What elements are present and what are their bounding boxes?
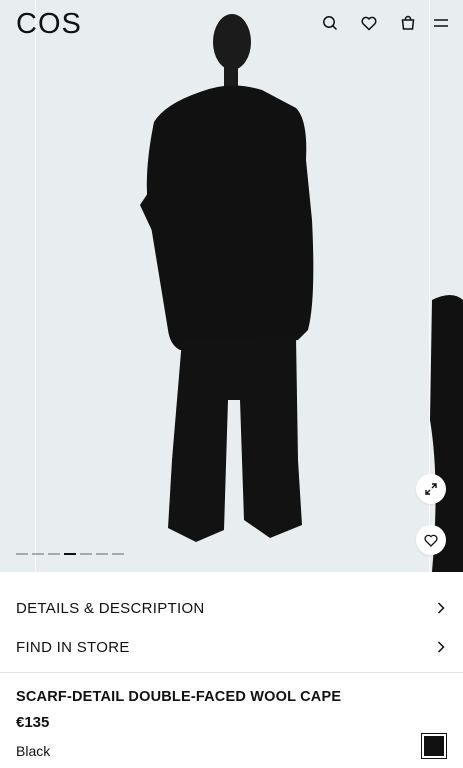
- bag-icon: [401, 15, 415, 30]
- heart-icon: [424, 534, 438, 547]
- details-description-row[interactable]: DETAILS & DESCRIPTION: [0, 589, 463, 627]
- color-swatch-black[interactable]: [421, 733, 447, 759]
- menu-icon: [434, 19, 448, 27]
- pagination-dot[interactable]: [80, 553, 92, 555]
- search-button[interactable]: [321, 14, 339, 32]
- product-price: €135: [16, 714, 50, 731]
- bag-button[interactable]: [399, 14, 417, 32]
- details-description-label: DETAILS & DESCRIPTION: [16, 599, 205, 617]
- expand-button[interactable]: [416, 474, 446, 504]
- pagination-dot[interactable]: [16, 553, 28, 555]
- product-color: Black: [16, 743, 51, 759]
- heart-icon: [361, 16, 377, 31]
- pagination-dot[interactable]: [48, 553, 60, 555]
- pagination-dot[interactable]: [64, 553, 76, 555]
- pagination-dot[interactable]: [112, 553, 124, 555]
- brand-logo[interactable]: COS: [16, 8, 82, 41]
- pagination-dot[interactable]: [32, 553, 44, 555]
- pagination-dot[interactable]: [96, 553, 108, 555]
- expand-icon: [425, 483, 437, 495]
- find-in-store-row[interactable]: FIND IN STORE: [0, 628, 463, 666]
- product-image-gallery[interactable]: [0, 0, 463, 572]
- site-header: COS: [0, 0, 463, 46]
- chevron-right-icon: [437, 641, 445, 653]
- chevron-right-icon: [437, 602, 445, 614]
- swatch-fill: [424, 736, 444, 756]
- gallery-pagination: [16, 553, 124, 555]
- menu-button[interactable]: [432, 14, 450, 32]
- wishlist-button[interactable]: [416, 525, 446, 555]
- find-in-store-label: FIND IN STORE: [16, 638, 130, 656]
- product-name: SCARF-DETAIL DOUBLE-FACED WOOL CAPE: [16, 689, 342, 705]
- wishlist-nav-button[interactable]: [360, 14, 378, 32]
- search-icon: [323, 16, 338, 31]
- section-divider: [0, 672, 463, 673]
- slide-edge-left: [35, 0, 36, 572]
- product-photo: [0, 0, 463, 572]
